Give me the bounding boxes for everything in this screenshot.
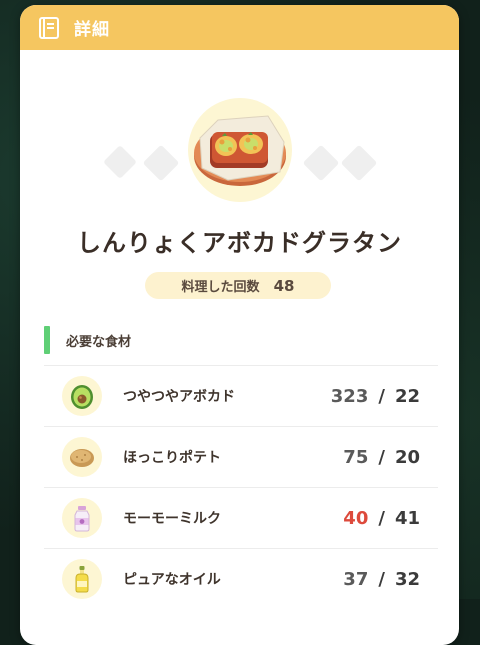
ingredient-list: つやつやアボカド 323 / 22 ほっこりポテト 75 / 20 モーモーミル… — [44, 365, 438, 609]
ingredient-icon-backdrop — [62, 376, 102, 416]
ingredient-name: ピュアなオイル — [123, 572, 221, 588]
ingredient-quantity: 323 / 22 — [331, 366, 420, 426]
cook-count-value: 48 — [273, 276, 295, 295]
ingredient-row: モーモーミルク 40 / 41 — [44, 487, 438, 548]
ingredient-name: モーモーミルク — [123, 511, 221, 527]
ingredient-icon-backdrop — [62, 437, 102, 477]
quantity-separator: / — [378, 385, 385, 407]
milk-icon — [74, 506, 90, 532]
ingredients-section-header: 必要な食材 — [44, 326, 131, 354]
ingredient-name: つやつやアボカド — [123, 389, 235, 405]
ingredient-quantity: 75 / 20 — [343, 427, 420, 487]
ingredient-owned-count: 37 — [343, 568, 369, 590]
ingredient-row: つやつやアボカド 323 / 22 — [44, 365, 438, 426]
ingredient-required-count: 22 — [394, 385, 420, 407]
ingredients-section-title: 必要な食材 — [66, 334, 132, 350]
decor-diamond — [142, 144, 180, 182]
ingredient-row: ほっこりポテト 75 / 20 — [44, 426, 438, 487]
ingredient-quantity: 37 / 32 — [343, 549, 420, 609]
cook-count-label: 料理した回数 — [181, 280, 260, 295]
ingredient-owned-count: 40 — [343, 507, 369, 529]
ingredient-name: ほっこりポテト — [123, 450, 221, 466]
decor-diamond — [103, 145, 137, 179]
ingredient-icon-backdrop — [62, 498, 102, 538]
ingredient-required-count: 20 — [394, 446, 420, 468]
ingredient-required-count: 32 — [394, 568, 420, 590]
quantity-separator: / — [378, 446, 385, 468]
detail-panel: 詳細 しんりょくアボカドグラタン 料理した回数 48 必要な食材 つやつやアボカ… — [20, 5, 459, 645]
ingredient-owned-count: 75 — [343, 446, 369, 468]
ingredient-required-count: 41 — [394, 507, 420, 529]
dish-name: しんりょくアボカドグラタン — [77, 229, 402, 257]
decor-diamond — [302, 144, 340, 182]
panel-header: 詳細 — [20, 5, 459, 50]
avocado-gratin-icon — [194, 115, 286, 186]
decor-diamond — [340, 144, 378, 182]
section-accent-bar — [44, 326, 50, 354]
ingredient-icon-backdrop — [62, 559, 102, 599]
ingredient-quantity: 40 / 41 — [343, 488, 420, 548]
potato-icon — [70, 449, 94, 467]
ingredient-owned-count: 323 — [330, 385, 369, 407]
panel-title: 詳細 — [74, 20, 110, 40]
cook-count-badge: 料理した回数 48 — [145, 272, 331, 299]
ingredient-row: ピュアなオイル 37 / 32 — [44, 548, 438, 609]
quantity-separator: / — [378, 568, 385, 590]
oil-icon — [75, 566, 89, 593]
book-icon — [39, 16, 59, 39]
quantity-separator: / — [378, 507, 385, 529]
dish-hero — [20, 50, 459, 210]
avocado-icon — [71, 385, 93, 409]
